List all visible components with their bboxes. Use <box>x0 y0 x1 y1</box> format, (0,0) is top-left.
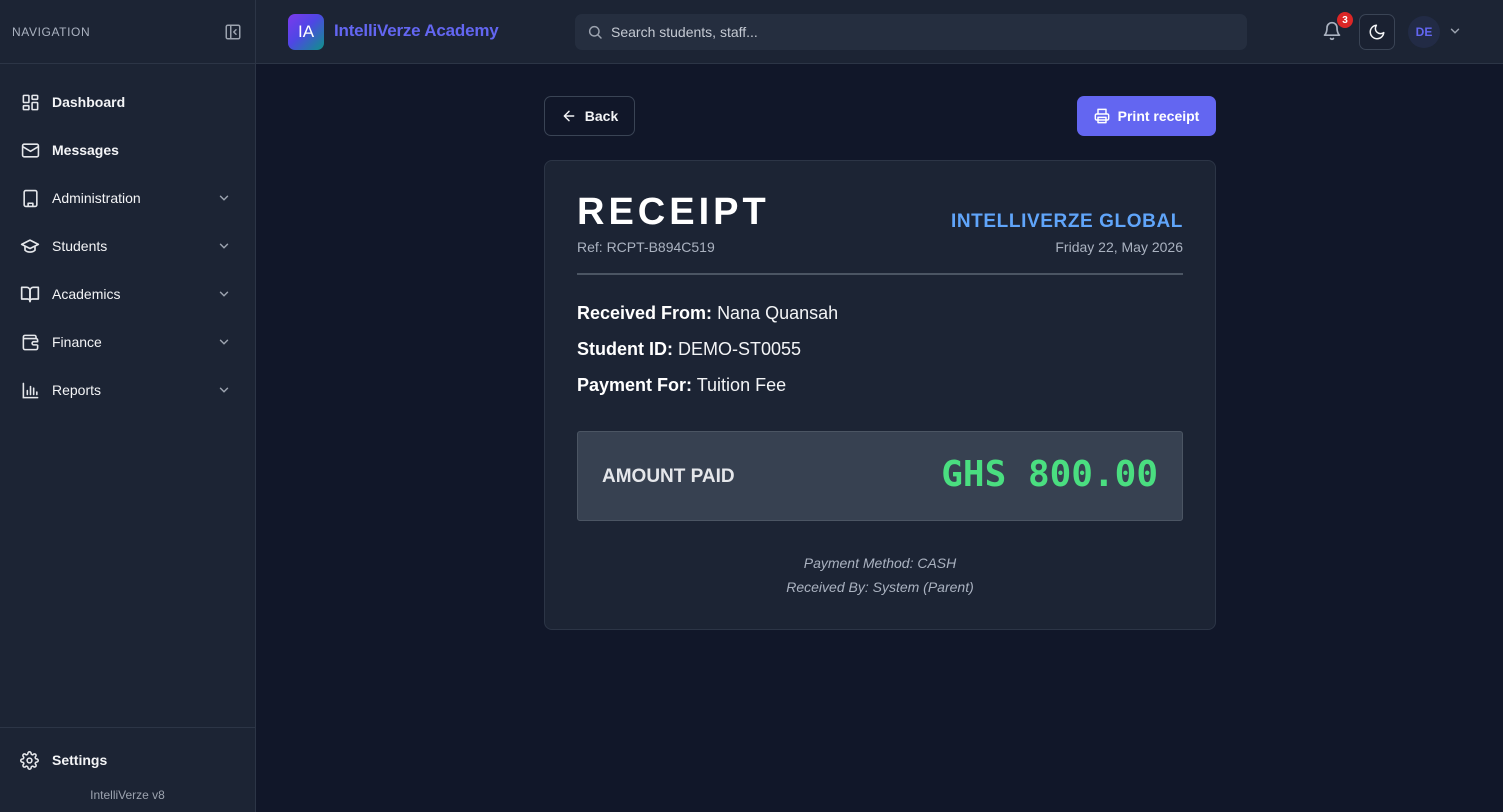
settings-label: Settings <box>52 752 108 768</box>
chevron-down-icon <box>217 287 231 301</box>
bar-chart-icon <box>20 380 40 400</box>
chevron-down-icon[interactable] <box>1448 24 1462 38</box>
search-bar[interactable] <box>575 14 1247 50</box>
book-open-icon <box>20 284 40 304</box>
sidebar-collapse-icon[interactable] <box>223 22 243 42</box>
print-receipt-button[interactable]: Print receipt <box>1077 96 1216 136</box>
sidebar-item-label: Administration <box>52 190 141 206</box>
sidebar-item-label: Reports <box>52 382 102 398</box>
chevron-down-icon <box>217 383 231 397</box>
gear-icon <box>20 750 40 770</box>
receipt-divider <box>577 273 1183 275</box>
back-button[interactable]: Back <box>544 96 635 136</box>
graduation-cap-icon <box>20 236 40 256</box>
arrow-left-icon <box>561 108 577 124</box>
sidebar-item-label: Finance <box>52 334 102 350</box>
payment-for-label: Payment For: <box>577 375 693 395</box>
student-id-value: DEMO-ST0055 <box>678 339 802 359</box>
amount-paid-box: AMOUNT PAID GHS 800.00 <box>577 431 1183 521</box>
sidebar-item-settings[interactable]: Settings <box>0 728 255 788</box>
search-input[interactable] <box>611 24 1211 40</box>
back-button-label: Back <box>584 108 619 124</box>
sidebar-nav: Dashboard Messages Administration Studen… <box>0 64 255 414</box>
printer-icon <box>1094 108 1110 124</box>
student-id-row: Student ID: DEMO-ST0055 <box>577 339 801 360</box>
building-icon <box>20 188 40 208</box>
chevron-down-icon <box>217 239 231 253</box>
sidebar-item-label: Academics <box>52 286 121 302</box>
receipt-title: RECEIPT <box>577 191 770 233</box>
receipt-date: Friday 22, May 2026 <box>1055 239 1183 255</box>
received-from-label: Received From: <box>577 303 713 323</box>
avatar[interactable]: DE <box>1408 16 1440 48</box>
sidebar-heading: NAVIGATION <box>12 24 91 39</box>
sidebar: NAVIGATION Dashboard Messages Administra… <box>0 0 256 812</box>
organization-name: INTELLIVERZE GLOBAL <box>950 211 1183 232</box>
amount-paid-value: GHS 800.00 <box>941 454 1158 495</box>
payment-method: Payment Method: CASH <box>803 555 957 571</box>
mail-icon <box>20 140 40 160</box>
sidebar-item-academics[interactable]: Academics <box>0 270 255 318</box>
chevron-down-icon <box>217 191 231 205</box>
payment-for-row: Payment For: Tuition Fee <box>577 375 786 396</box>
theme-toggle-button[interactable] <box>1359 14 1395 50</box>
sidebar-item-administration[interactable]: Administration <box>0 174 255 222</box>
receipt-reference: Ref: RCPT-B894C519 <box>577 239 715 255</box>
sidebar-item-dashboard[interactable]: Dashboard <box>0 78 255 126</box>
sidebar-item-label: Messages <box>52 142 119 158</box>
sidebar-item-students[interactable]: Students <box>0 222 255 270</box>
sidebar-item-label: Students <box>52 238 108 254</box>
wallet-icon <box>20 332 40 352</box>
notification-badge: 3 <box>1337 12 1353 28</box>
received-by: Received By: System (Parent) <box>786 579 974 595</box>
sidebar-item-finance[interactable]: Finance <box>0 318 255 366</box>
print-receipt-label: Print receipt <box>1117 108 1200 124</box>
dashboard-icon <box>20 92 40 112</box>
payment-for-value: Tuition Fee <box>696 375 787 395</box>
receipt-card: RECEIPT Ref: RCPT-B894C519 INTELLIVERZE … <box>544 160 1216 630</box>
chevron-down-icon <box>217 335 231 349</box>
sidebar-item-reports[interactable]: Reports <box>0 366 255 414</box>
topbar: IA IntelliVerze Academy 3 DE <box>256 0 1503 64</box>
sidebar-header: NAVIGATION <box>0 0 255 64</box>
sidebar-item-messages[interactable]: Messages <box>0 126 255 174</box>
received-from-row: Received From: Nana Quansah <box>577 303 838 324</box>
sidebar-footer: Settings IntelliVerze v8 <box>0 727 255 812</box>
moon-icon <box>1368 23 1386 41</box>
sidebar-item-label: Dashboard <box>52 94 126 110</box>
app-title[interactable]: IntelliVerze Academy <box>334 21 499 41</box>
app-logo[interactable]: IA <box>288 14 324 50</box>
app-version: IntelliVerze v8 <box>90 788 165 802</box>
received-from-value: Nana Quansah <box>717 303 839 323</box>
amount-paid-label: AMOUNT PAID <box>602 466 735 487</box>
search-icon <box>587 24 603 40</box>
student-id-label: Student ID: <box>577 339 673 359</box>
